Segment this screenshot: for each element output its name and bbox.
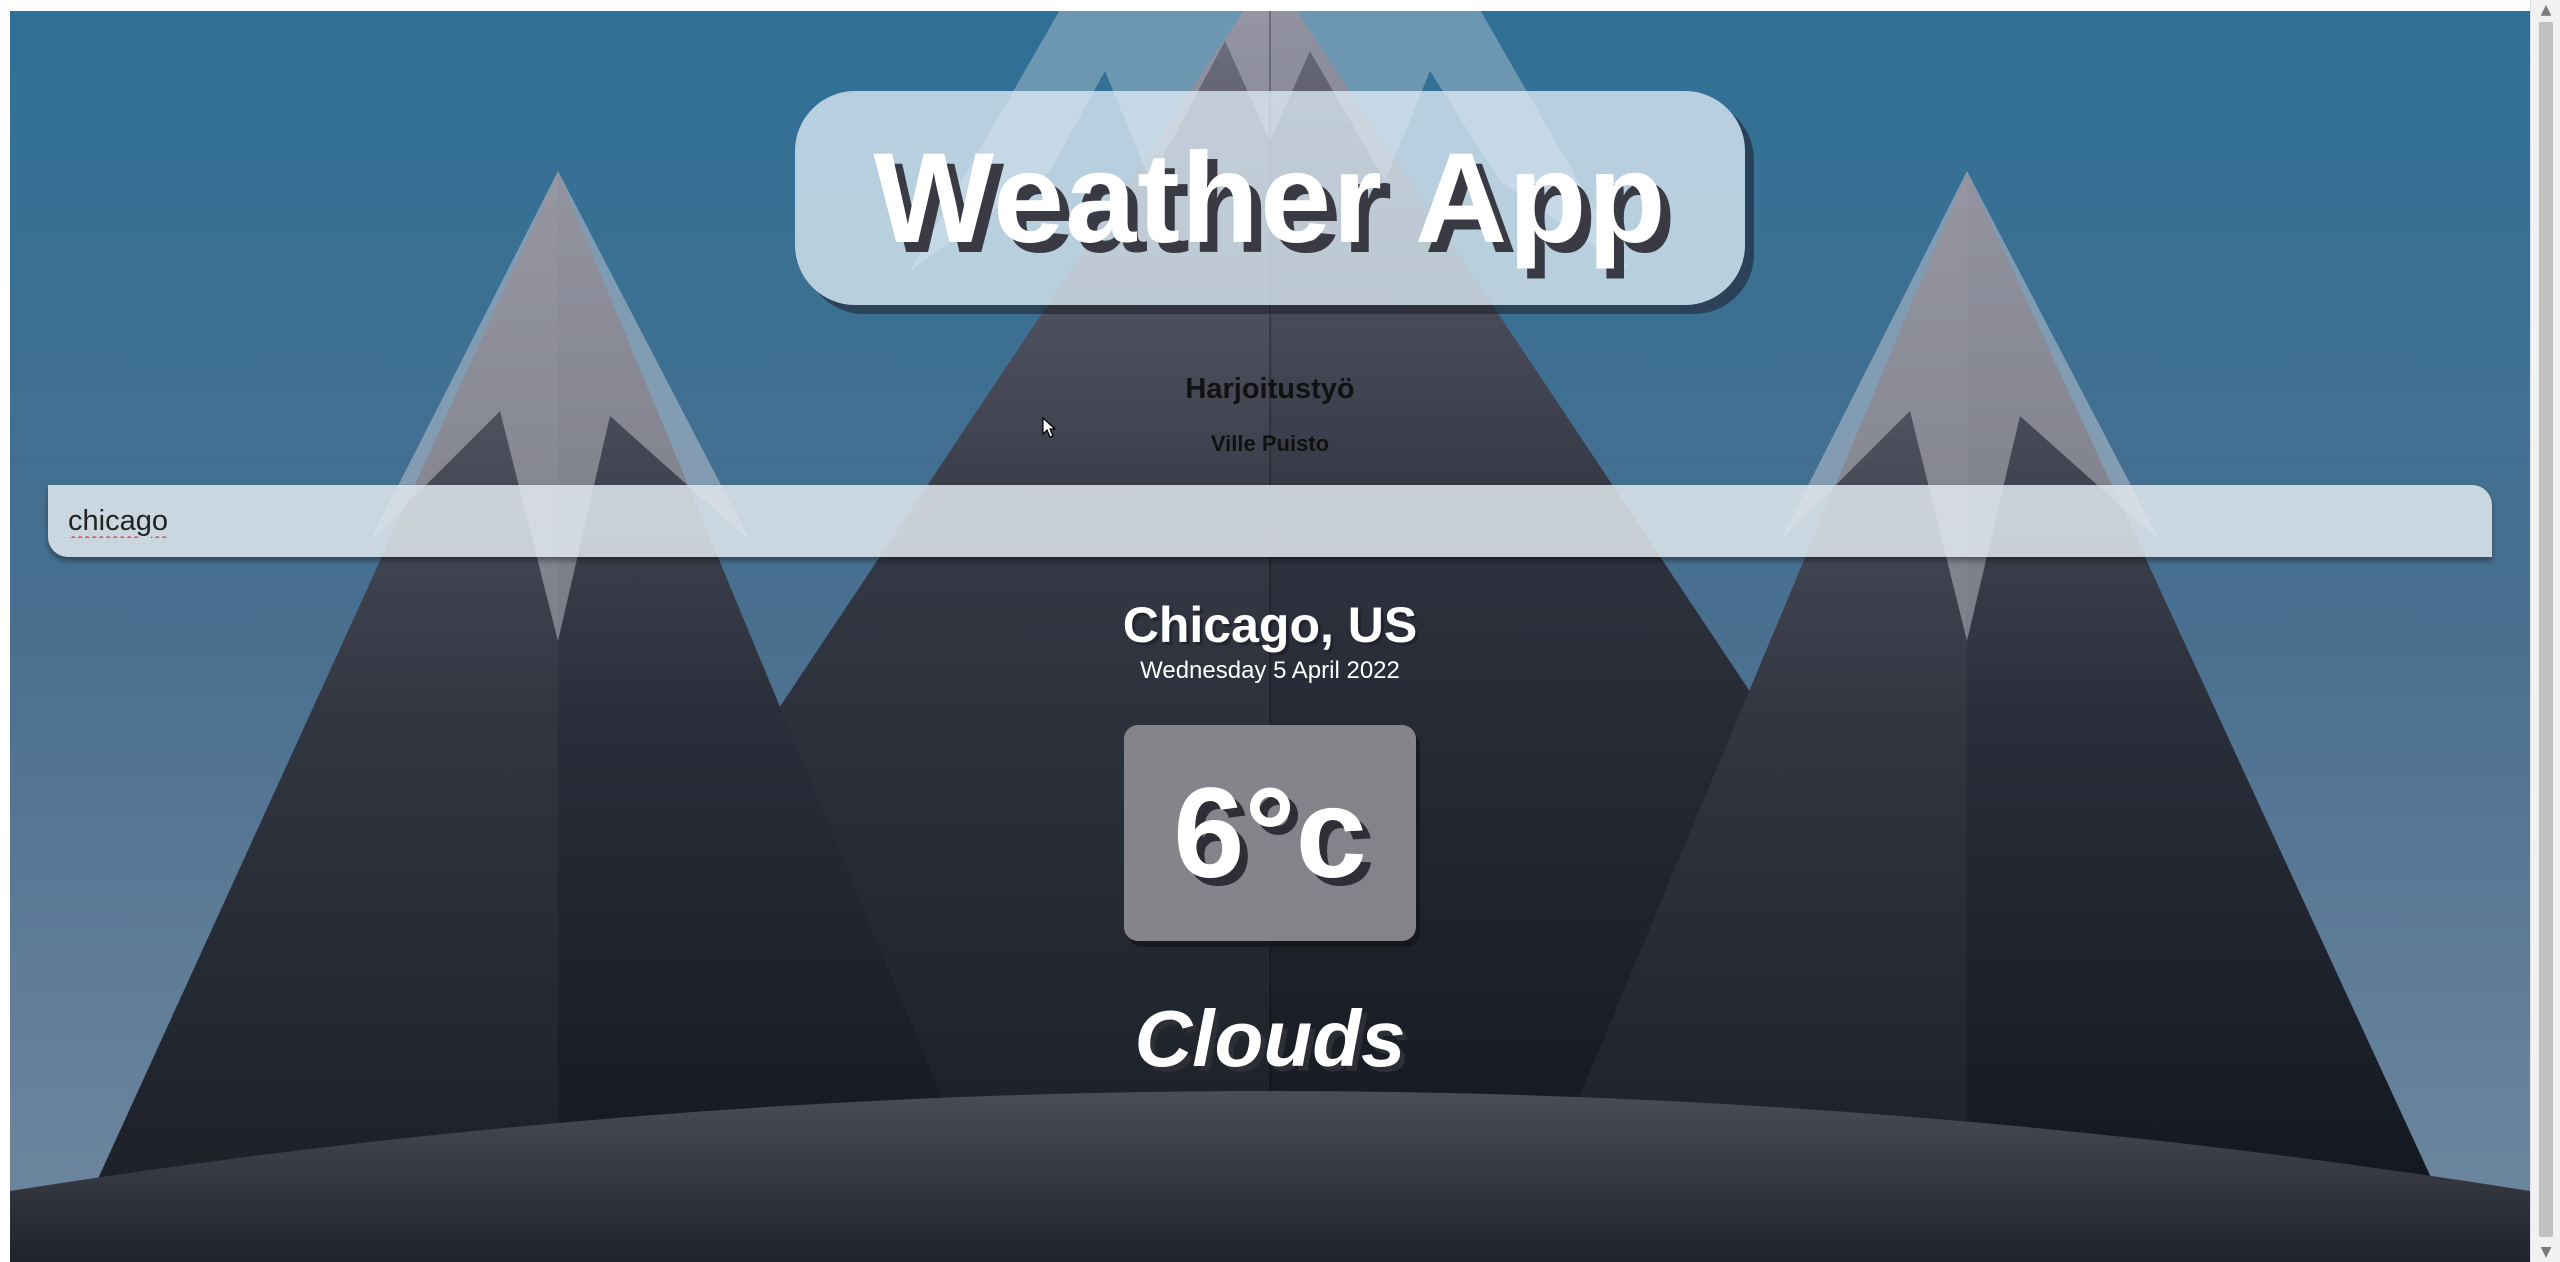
- scrollbar-thumb[interactable]: [2539, 22, 2553, 1237]
- app-author: Ville Puisto: [1210, 431, 1330, 456]
- browser-viewport: Weather App Harjoitustyö Ville Puisto Ch…: [10, 11, 2530, 1262]
- temperature-value: 6°c: [1173, 761, 1367, 905]
- vertical-scrollbar[interactable]: ▲ ▼: [2530, 0, 2560, 1262]
- title-banner: Weather App: [795, 91, 1745, 305]
- app-subtitle: Harjoitustyö: [1185, 373, 1355, 405]
- main-content: Weather App Harjoitustyö Ville Puisto Ch…: [10, 11, 2530, 1262]
- search-input[interactable]: [48, 485, 2492, 557]
- app-title: Weather App: [873, 126, 1667, 270]
- mouse-pointer-icon: [1042, 417, 1057, 438]
- triangle-down-icon[interactable]: ▼: [2531, 1242, 2560, 1262]
- current-date: Wednesday 5 April 2022: [1140, 657, 1400, 684]
- weather-condition: Clouds: [1134, 994, 1406, 1083]
- temperature-card: 6°c: [1124, 725, 1416, 941]
- location-name: Chicago, US: [1122, 597, 1418, 653]
- triangle-up-icon[interactable]: ▲: [2531, 0, 2560, 20]
